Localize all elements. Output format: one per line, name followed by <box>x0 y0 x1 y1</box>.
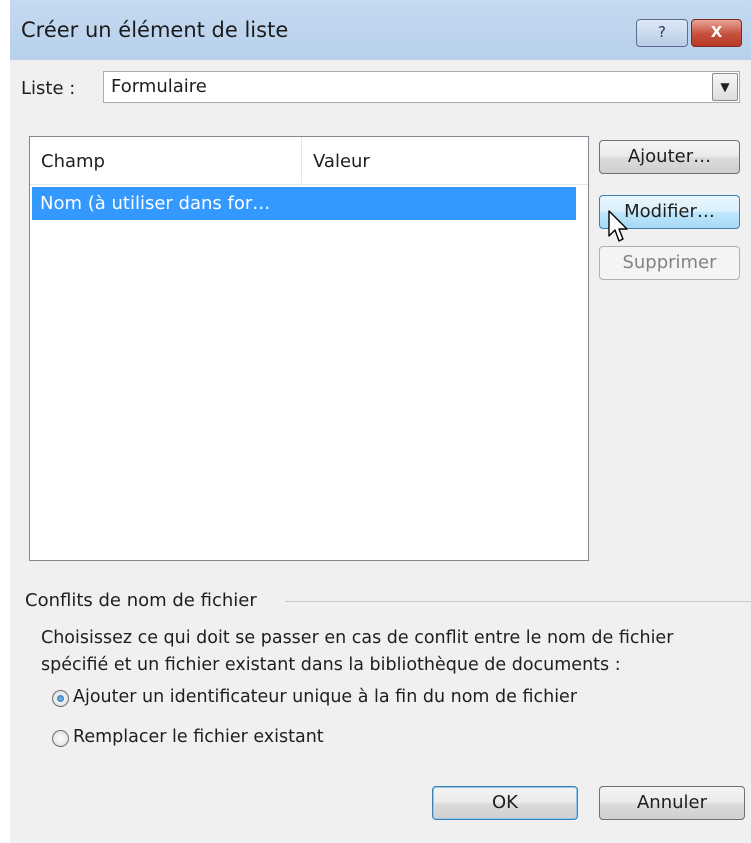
help-icon: ? <box>658 23 666 41</box>
column-divider[interactable] <box>301 137 302 183</box>
close-icon: X <box>710 23 723 41</box>
fields-table[interactable]: Champ Valeur Nom (à utiliser dans for… <box>29 136 589 561</box>
dialog-title: Créer un élément de liste <box>21 18 289 42</box>
column-header-champ[interactable]: Champ <box>41 151 105 172</box>
conflicts-description-line2: spécifié et un fichier existant dans la … <box>41 655 621 675</box>
cancel-button[interactable]: Annuler <box>599 786 745 820</box>
ok-button-label: OK <box>492 792 518 813</box>
list-selector-value: Formulaire <box>111 76 207 97</box>
dropdown-arrow-button[interactable]: ▼ <box>712 73 738 101</box>
add-button-label: Ajouter… <box>627 146 712 167</box>
radio-replace-file[interactable] <box>52 730 69 747</box>
delete-button-label: Supprimer <box>622 252 717 273</box>
help-button[interactable]: ? <box>636 19 688 47</box>
cancel-button-label: Annuler <box>636 792 707 813</box>
column-header-valeur[interactable]: Valeur <box>313 151 370 172</box>
delete-button: Supprimer <box>599 246 740 280</box>
conflicts-description-line1: Choisissez ce qui doit se passer en cas … <box>41 628 674 648</box>
group-divider <box>285 601 751 602</box>
ok-button[interactable]: OK <box>432 786 578 820</box>
modify-button-label: Modifier… <box>624 201 715 222</box>
conflicts-group-label: Conflits de nom de fichier <box>25 590 257 611</box>
radio-add-unique-id[interactable] <box>52 690 69 707</box>
close-button[interactable]: X <box>691 19 742 47</box>
list-selector-label: Liste : <box>21 78 76 99</box>
chevron-down-icon: ▼ <box>720 80 730 94</box>
add-button[interactable]: Ajouter… <box>599 140 740 174</box>
row-champ-cell: Nom (à utiliser dans for… <box>40 193 271 214</box>
radio-replace-file-label[interactable]: Remplacer le fichier existant <box>73 727 324 747</box>
radio-selected-dot <box>57 695 64 702</box>
table-row[interactable]: Nom (à utiliser dans for… <box>32 187 576 220</box>
radio-add-unique-id-label[interactable]: Ajouter un identificateur unique à la fi… <box>73 687 577 707</box>
mouse-cursor-icon <box>608 210 628 242</box>
table-header: Champ Valeur <box>30 137 588 185</box>
dialog-window: Créer un élément de liste ? X Liste : Fo… <box>10 0 751 843</box>
title-bar[interactable]: Créer un élément de liste ? X <box>10 0 751 60</box>
list-selector-dropdown[interactable]: Formulaire ▼ <box>103 71 740 103</box>
